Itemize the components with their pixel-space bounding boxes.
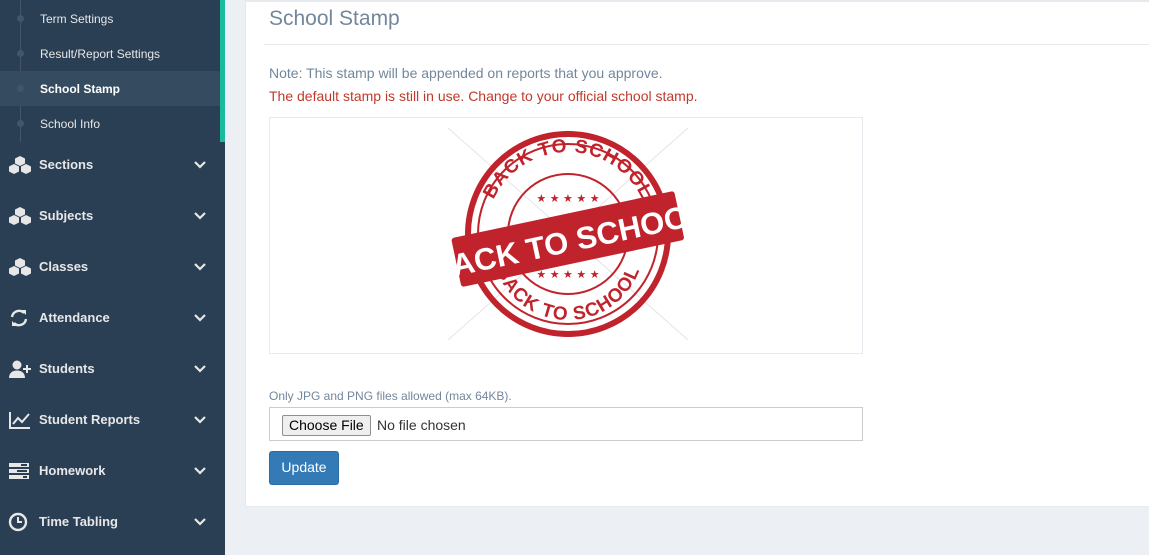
sidebar-item-label: Attendance <box>39 310 110 325</box>
panel-top-border <box>246 0 1149 2</box>
submenu-item-label: School Stamp <box>40 82 121 96</box>
sidebar-item-label: Student Reports <box>39 412 141 427</box>
tasks-icon <box>9 463 29 479</box>
chevron-down-icon <box>194 263 206 271</box>
sidebar-item-label: Time Tabling <box>39 514 118 529</box>
sidebar-item-time-tabling[interactable]: Time Tabling <box>0 497 225 548</box>
active-menu-accent <box>220 0 225 142</box>
chevron-down-icon <box>194 365 206 373</box>
submenu-item-label: School Info <box>40 117 101 131</box>
no-file-chosen-text: No file chosen <box>377 417 466 433</box>
stamp-note: Note: This stamp will be appended on rep… <box>269 65 663 81</box>
line-chart-icon <box>9 412 30 429</box>
submenu-item-label: Result/Report Settings <box>40 47 161 61</box>
cubes-icon <box>9 258 31 276</box>
bullet-icon <box>17 50 24 57</box>
submenu-item-label: Term Settings <box>40 12 114 26</box>
chevron-down-icon <box>194 161 206 169</box>
sidebar-item-subjects[interactable]: Subjects <box>0 191 225 242</box>
stamp-file-input[interactable]: Choose File No file chosen <box>269 407 863 441</box>
page-title: School Stamp <box>269 7 400 30</box>
sidebar-item-label: Classes <box>39 259 89 274</box>
default-stamp-warning: The default stamp is still in use. Chang… <box>269 88 698 104</box>
sidebar-item-sections[interactable]: Sections <box>0 140 225 191</box>
submenu-item-result-report-settings[interactable]: Result/Report Settings <box>0 36 220 71</box>
user-plus-icon <box>9 360 31 378</box>
svg-text:★ ★ ★ ★ ★: ★ ★ ★ ★ ★ <box>536 192 599 205</box>
cubes-icon <box>9 207 31 225</box>
sidebar-item-students[interactable]: Students <box>0 344 225 395</box>
sidebar: Term Settings Result/Report Settings Sch… <box>0 0 225 555</box>
choose-file-button[interactable]: Choose File <box>282 415 371 436</box>
title-divider <box>264 44 1149 45</box>
sidebar-item-label: Students <box>39 361 95 376</box>
school-stamp-image: BACK TO SCHOOL BACK TO SCHOOL ★ ★ ★ ★ ★ … <box>448 128 688 340</box>
submenu-item-school-info[interactable]: School Info <box>0 106 220 141</box>
submenu-item-term-settings[interactable]: Term Settings <box>0 1 220 36</box>
stamp-preview-box: BACK TO SCHOOL BACK TO SCHOOL ★ ★ ★ ★ ★ … <box>269 117 863 354</box>
school-stamp-panel: School Stamp Note: This stamp will be ap… <box>245 0 1149 507</box>
refresh-icon <box>10 309 28 327</box>
svg-text:★ ★ ★ ★ ★: ★ ★ ★ ★ ★ <box>536 268 599 281</box>
sidebar-item-label: Homework <box>39 463 106 478</box>
sidebar-item-student-reports[interactable]: Student Reports <box>0 395 225 446</box>
sidebar-item-label: Subjects <box>39 208 94 223</box>
chevron-down-icon <box>194 416 206 424</box>
clock-icon <box>8 512 28 532</box>
chevron-down-icon <box>194 467 206 475</box>
update-button[interactable]: Update <box>269 451 339 485</box>
file-type-hint: Only JPG and PNG files allowed (max 64KB… <box>269 389 512 403</box>
sidebar-item-homework[interactable]: Homework <box>0 446 225 497</box>
settings-submenu: Term Settings Result/Report Settings Sch… <box>0 0 225 142</box>
cubes-icon <box>9 156 31 174</box>
sidebar-item-classes[interactable]: Classes <box>0 242 225 293</box>
bullet-icon <box>17 85 24 92</box>
chevron-down-icon <box>194 314 206 322</box>
bullet-icon <box>17 15 24 22</box>
bullet-icon <box>17 120 24 127</box>
chevron-down-icon <box>194 212 206 220</box>
sidebar-item-attendance[interactable]: Attendance <box>0 293 225 344</box>
sidebar-item-label: Sections <box>39 157 94 172</box>
submenu-item-school-stamp[interactable]: School Stamp <box>0 71 220 106</box>
chevron-down-icon <box>194 518 206 526</box>
